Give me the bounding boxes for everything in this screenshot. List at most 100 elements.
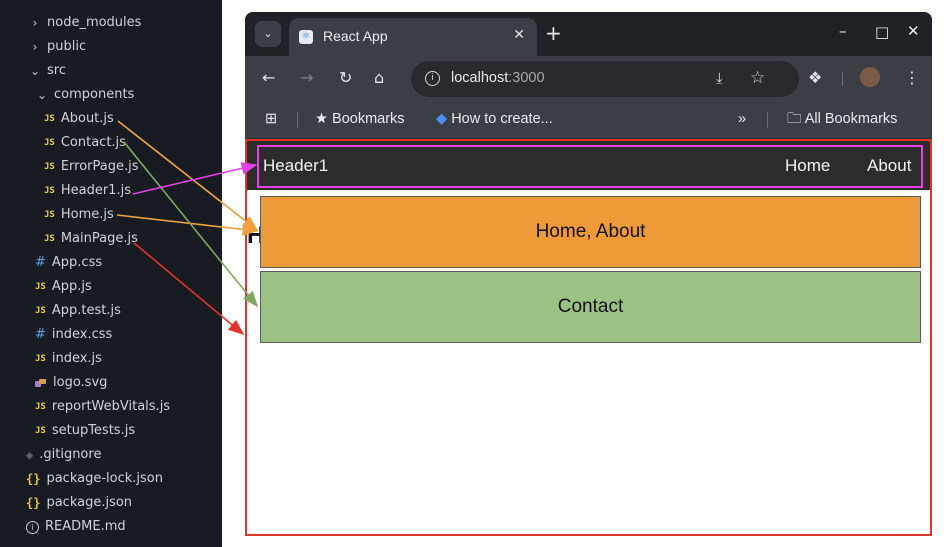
profile-avatar[interactable]: [860, 67, 880, 87]
tree-item-label: Home.js: [60, 207, 114, 222]
bookmarks-divider: [767, 112, 768, 128]
tree-item-label: logo.svg: [53, 375, 108, 390]
forward-icon[interactable]: →: [300, 69, 313, 87]
tree-file-errorpage[interactable]: JS ErrorPage.js: [44, 155, 139, 179]
tree-item-label: index.css: [51, 327, 113, 342]
json-file-icon: {}: [26, 496, 41, 510]
tree-file-reportwebvitals[interactable]: JS reportWebVitals.js: [35, 395, 170, 419]
tree-folder-components[interactable]: ⌄ components: [35, 83, 134, 107]
folder-icon: 🗀: [787, 111, 802, 127]
tree-item-label: App.css: [51, 255, 103, 270]
header-outline: [257, 145, 923, 188]
chevron-down-icon: ⌄: [29, 64, 41, 78]
js-file-icon: JS: [35, 354, 46, 364]
reload-icon[interactable]: ↻: [339, 69, 352, 87]
menu-kebab-icon[interactable]: ⋮: [904, 69, 920, 87]
diamond-icon: ◆: [436, 111, 448, 127]
tab-title: React App: [323, 28, 388, 44]
url-host: localhost: [451, 70, 509, 86]
home-icon[interactable]: ⌂: [374, 69, 384, 87]
address-bar[interactable]: i localhost:3000 ⤓ ☆: [411, 61, 799, 97]
bookmarks-divider: [297, 112, 298, 128]
js-file-icon: JS: [44, 114, 55, 124]
tree-folder-src[interactable]: ⌄ src: [28, 59, 66, 83]
tree-item-label: public: [47, 39, 87, 54]
bookmark-label: How to create...: [451, 111, 553, 127]
maximize-icon[interactable]: □: [875, 23, 889, 41]
chevron-right-icon: ›: [32, 16, 38, 30]
chevron-down-icon: ⌄: [36, 88, 48, 102]
tree-item-label: package-lock.json: [46, 471, 163, 486]
info-file-icon: i: [26, 520, 39, 534]
tab-search-button[interactable]: ⌄: [255, 21, 281, 47]
browser-tab-active[interactable]: ⚛ React App ✕: [289, 18, 537, 56]
all-bookmarks-button[interactable]: 🗀 All Bookmarks: [787, 110, 897, 128]
tree-file-readme[interactable]: i README.md: [26, 515, 126, 539]
mainpage-outline: [245, 139, 932, 536]
tree-file-app-css[interactable]: # App.css: [35, 251, 102, 275]
js-file-icon: JS: [44, 210, 55, 220]
css-file-icon: #: [35, 327, 46, 342]
tree-file-contact[interactable]: JS Contact.js: [44, 131, 126, 155]
tree-folder-node-modules[interactable]: › node_modules: [28, 11, 142, 35]
tree-file-package[interactable]: {} package.json: [26, 491, 132, 515]
js-file-icon: JS: [44, 186, 55, 196]
tree-file-app-js[interactable]: JS App.js: [35, 275, 92, 299]
tree-item-label: Header1.js: [60, 183, 131, 198]
toolbar-divider: [842, 72, 843, 86]
tree-file-gitignore[interactable]: ◆ .gitignore: [26, 443, 101, 467]
tree-file-about[interactable]: JS About.js: [44, 107, 114, 131]
tree-item-label: node_modules: [47, 15, 142, 30]
site-info-icon[interactable]: i: [425, 71, 440, 86]
install-app-icon[interactable]: ⤓: [716, 69, 723, 87]
tree-item-label: .gitignore: [39, 447, 102, 462]
bookmarks-button[interactable]: ★ Bookmarks: [315, 110, 405, 128]
tree-file-package-lock[interactable]: {} package-lock.json: [26, 467, 163, 491]
js-file-icon: JS: [35, 306, 46, 316]
tree-file-mainpage[interactable]: JS MainPage.js: [44, 227, 138, 251]
bookmarks-overflow-button[interactable]: »: [738, 110, 746, 128]
tree-item-label: setupTests.js: [51, 423, 136, 438]
url-text: localhost:3000: [451, 70, 545, 86]
js-file-icon: JS: [35, 402, 46, 412]
tree-item-label: App.js: [51, 279, 92, 294]
tree-item-label: index.js: [51, 351, 102, 366]
browser-toolbar: ← → ↻ ⌂ i localhost:3000 ⤓ ☆ ❖ ⋮: [245, 56, 932, 102]
star-icon: ★: [315, 111, 328, 127]
tree-file-index-js[interactable]: JS index.js: [35, 347, 102, 371]
tab-close-icon[interactable]: ✕: [513, 27, 525, 43]
tree-item-label: App.test.js: [51, 303, 121, 318]
all-bookmarks-label: All Bookmarks: [804, 111, 898, 127]
tree-file-logo-svg[interactable]: logo.svg: [35, 371, 107, 395]
tree-item-label: package.json: [46, 495, 133, 510]
tree-file-app-test[interactable]: JS App.test.js: [35, 299, 121, 323]
back-icon[interactable]: ←: [262, 69, 275, 87]
tree-file-header1[interactable]: JS Header1.js: [44, 179, 131, 203]
window-close-icon[interactable]: ✕: [907, 22, 920, 40]
tree-item-label: reportWebVitals.js: [51, 399, 171, 414]
git-file-icon: ◆: [26, 448, 34, 462]
svg-file-icon: [35, 378, 47, 388]
tree-file-index-css[interactable]: # index.css: [35, 323, 112, 347]
tree-file-home[interactable]: JS Home.js: [44, 203, 114, 227]
new-tab-button[interactable]: +: [545, 22, 562, 44]
tree-item-label: README.md: [45, 519, 126, 534]
minimize-icon[interactable]: –: [839, 22, 847, 40]
js-file-icon: JS: [35, 426, 46, 436]
apps-grid-icon[interactable]: ⊞: [265, 110, 277, 128]
react-favicon-icon: ⚛: [299, 30, 313, 44]
extensions-icon[interactable]: ❖: [808, 69, 822, 87]
bookmark-how-to-create[interactable]: ◆ How to create...: [436, 110, 553, 128]
tree-item-label: MainPage.js: [60, 231, 138, 246]
js-file-icon: JS: [35, 282, 46, 292]
tab-strip: ⌄ ⚛ React App ✕ + – □ ✕: [245, 12, 932, 56]
tree-file-setuptests[interactable]: JS setupTests.js: [35, 419, 135, 443]
json-file-icon: {}: [26, 472, 41, 486]
tree-item-label: src: [47, 63, 66, 78]
tree-item-label: About.js: [60, 111, 114, 126]
bookmark-star-icon[interactable]: ☆: [750, 68, 765, 88]
tree-folder-public[interactable]: › public: [28, 35, 87, 59]
tree-item-label: components: [54, 87, 135, 102]
js-file-icon: JS: [44, 138, 55, 148]
url-port: :3000: [508, 70, 545, 86]
